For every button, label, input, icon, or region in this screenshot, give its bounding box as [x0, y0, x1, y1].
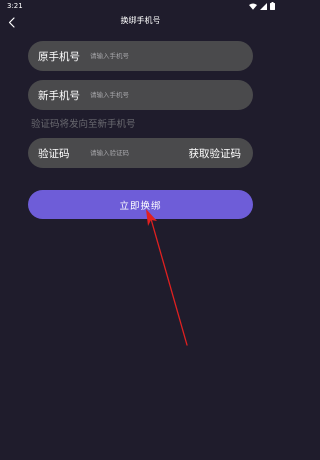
get-code-button[interactable]: 获取验证码	[189, 146, 242, 161]
code-hint-text: 验证码将发向至新手机号	[31, 119, 136, 130]
verification-code-field[interactable]: 验证码 获取验证码	[28, 138, 253, 168]
new-phone-label: 新手机号	[38, 89, 80, 102]
old-phone-label: 原手机号	[38, 50, 80, 63]
status-time: 3:21	[7, 2, 23, 10]
verification-code-label: 验证码	[38, 147, 70, 160]
status-icons	[249, 2, 275, 10]
wifi-icon	[249, 3, 257, 10]
rebind-now-button[interactable]: 立即换绑	[28, 190, 253, 219]
header: 换绑手机号	[0, 12, 281, 32]
status-bar: 3:21	[0, 0, 281, 12]
signal-icon	[260, 2, 267, 10]
new-phone-input[interactable]	[90, 88, 241, 102]
new-phone-field[interactable]: 新手机号	[28, 80, 253, 110]
old-phone-field[interactable]: 原手机号	[28, 41, 253, 71]
page-title: 换绑手机号	[120, 16, 161, 25]
battery-icon	[270, 2, 275, 10]
old-phone-input[interactable]	[90, 49, 241, 63]
verification-code-input[interactable]	[90, 146, 189, 160]
